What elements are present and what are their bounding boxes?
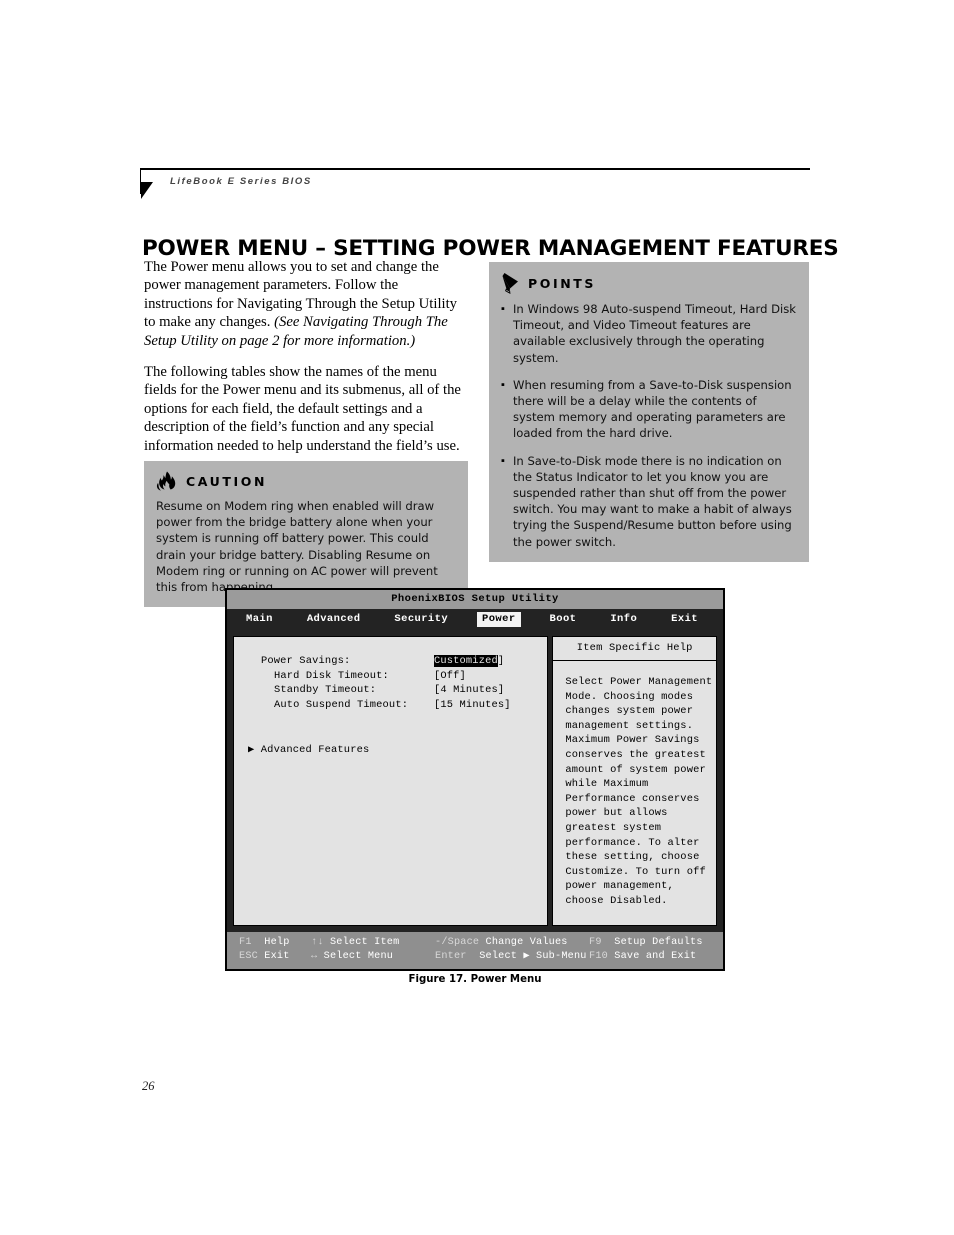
setting-label: Standby Timeout: <box>274 684 377 697</box>
tab-exit[interactable]: Exit <box>666 612 703 627</box>
key-label: F9 <box>589 937 602 948</box>
bullet-icon: ▪ <box>501 454 505 467</box>
page-number: 26 <box>142 1079 155 1093</box>
flame-icon <box>156 471 176 491</box>
running-header: LifeBook E Series BIOS <box>140 168 810 208</box>
body-paragraph-1: The Power menu allows you to set and cha… <box>144 258 464 350</box>
key-action-label: Exit <box>264 951 290 962</box>
key-action-label: Select ▶ Sub-Menu <box>479 951 587 962</box>
key-action-label: Setup Defaults <box>614 937 703 948</box>
point-text: In Windows 98 Auto-suspend Timeout, Hard… <box>513 302 797 365</box>
caution-box: CAUTION Resume on Modem ring when enable… <box>144 461 468 608</box>
footer-key-minus-space[interactable]: -/Space Change Values <box>435 936 589 950</box>
point-text: In Save-to-Disk mode there is no indicat… <box>513 453 792 549</box>
bios-setup-utility-screen: PhoenixBIOS Setup Utility Main Advanced … <box>225 588 725 971</box>
triangle-right-icon: ▶ <box>248 744 255 757</box>
submenu-label: Advanced Features <box>260 744 370 757</box>
points-label: POINTS <box>528 275 597 291</box>
list-item: ▪ When resuming from a Save-to-Disk susp… <box>501 377 797 442</box>
setting-value[interactable]: [Off] <box>434 669 466 684</box>
footer-row-1: F1 Help ↑↓ Select Item -/Space Change Va… <box>227 936 723 950</box>
key-action-label: Help <box>264 937 290 948</box>
setting-value-text: Off <box>440 669 460 682</box>
header-flag-icon <box>141 182 153 199</box>
footer-key-arrows-updown[interactable]: ↑↓ Select Item <box>311 936 435 950</box>
setting-row-standby-timeout[interactable]: Standby Timeout: [4 Minutes] <box>234 683 547 698</box>
bios-footer-keybar: F1 Help ↑↓ Select Item -/Space Change Va… <box>227 930 723 969</box>
bullet-icon: ▪ <box>501 378 505 391</box>
footer-row-2: ESC Exit ↔ Select Menu Enter Select ▶ Su… <box>227 950 723 964</box>
bios-figure: PhoenixBIOS Setup Utility Main Advanced … <box>225 588 725 971</box>
bios-body: Power Savings: Customized] Hard Disk Tim… <box>227 631 723 930</box>
setting-label: Auto Suspend Timeout: <box>274 698 409 711</box>
key-action <box>252 937 265 948</box>
caution-label: CAUTION <box>186 473 268 489</box>
key-action-label: Select Item <box>329 937 400 948</box>
figure-caption: Figure 17. Power Menu <box>408 974 542 985</box>
tab-boot[interactable]: Boot <box>545 612 582 627</box>
key-label: Enter <box>435 951 467 962</box>
tab-info[interactable]: Info <box>605 612 642 627</box>
setting-row-auto-suspend-timeout[interactable]: Auto Suspend Timeout: [15 Minutes] <box>234 698 547 713</box>
body-column: The Power menu allows you to set and cha… <box>144 258 464 468</box>
bios-menu-bar: Main Advanced Security Power Boot Info E… <box>227 609 723 631</box>
key-label: F10 <box>589 951 608 962</box>
tab-advanced[interactable]: Advanced <box>302 612 366 627</box>
pencil-icon <box>502 273 518 294</box>
setting-value[interactable]: Customized] <box>434 654 504 669</box>
footer-key-f1[interactable]: F1 Help <box>239 936 311 950</box>
setting-value-text: 15 Minutes <box>440 698 505 711</box>
help-panel-body: Select Power Management Mode. Choosing m… <box>552 661 717 926</box>
key-action-label: Select Menu <box>323 951 394 962</box>
key-label: -/Space <box>435 937 480 948</box>
running-header-title: LifeBook E Series BIOS <box>170 176 312 187</box>
footer-key-arrows-leftright[interactable]: ↔ Select Menu <box>311 950 435 964</box>
points-box: POINTS ▪ In Windows 98 Auto-suspend Time… <box>489 262 809 562</box>
setting-value-text: Customized <box>434 655 498 667</box>
caution-header: CAUTION <box>156 471 456 491</box>
setting-label: Hard Disk Timeout: <box>274 669 389 682</box>
item-specific-help-panel: Item Specific Help Select Power Manageme… <box>552 636 717 926</box>
setting-label: Power Savings: <box>261 655 351 667</box>
key-action-label: Save and Exit <box>614 951 697 962</box>
key-label: ESC <box>239 951 258 962</box>
list-item: ▪ In Save-to-Disk mode there is no indic… <box>501 453 797 550</box>
header-rule <box>140 168 810 170</box>
setting-value-text: 4 Minutes <box>440 684 498 697</box>
list-item: ▪ In Windows 98 Auto-suspend Timeout, Ha… <box>501 301 797 366</box>
settings-panel: Power Savings: Customized] Hard Disk Tim… <box>233 636 549 926</box>
key-action <box>602 937 615 948</box>
caution-text: Resume on Modem ring when enabled will d… <box>156 499 438 595</box>
setting-row-hard-disk-timeout[interactable]: Hard Disk Timeout: [Off] <box>234 669 547 684</box>
footer-key-f10[interactable]: F10 Save and Exit <box>589 950 696 964</box>
tab-security[interactable]: Security <box>389 612 453 627</box>
bios-title-bar: PhoenixBIOS Setup Utility <box>227 590 723 609</box>
body-paragraph-2: The following tables show the names of t… <box>144 364 461 454</box>
footer-key-enter[interactable]: Enter Select ▶ Sub-Menu <box>435 950 589 964</box>
footer-key-f9[interactable]: F9 Setup Defaults <box>589 936 703 950</box>
help-panel-title: Item Specific Help <box>552 636 717 661</box>
submenu-advanced-features[interactable]: ▶ Advanced Features <box>234 743 547 758</box>
tab-main[interactable]: Main <box>241 612 278 627</box>
points-header: POINTS <box>501 272 797 294</box>
key-label: ↑↓ <box>311 937 324 948</box>
setting-value[interactable]: [4 Minutes] <box>434 683 504 698</box>
key-label: F1 <box>239 937 252 948</box>
bullet-icon: ▪ <box>501 303 505 315</box>
key-action-label: Change Values <box>485 937 568 948</box>
setting-row-power-savings[interactable]: Power Savings: Customized] <box>234 654 547 669</box>
tab-power[interactable]: Power <box>477 612 521 627</box>
point-text: When resuming from a Save-to-Disk suspen… <box>513 377 792 441</box>
footer-key-esc[interactable]: ESC Exit <box>239 950 311 964</box>
key-action <box>467 951 480 962</box>
setting-value[interactable]: [15 Minutes] <box>434 698 511 713</box>
help-text: Select Power Management Mode. Choosing m… <box>565 676 713 907</box>
